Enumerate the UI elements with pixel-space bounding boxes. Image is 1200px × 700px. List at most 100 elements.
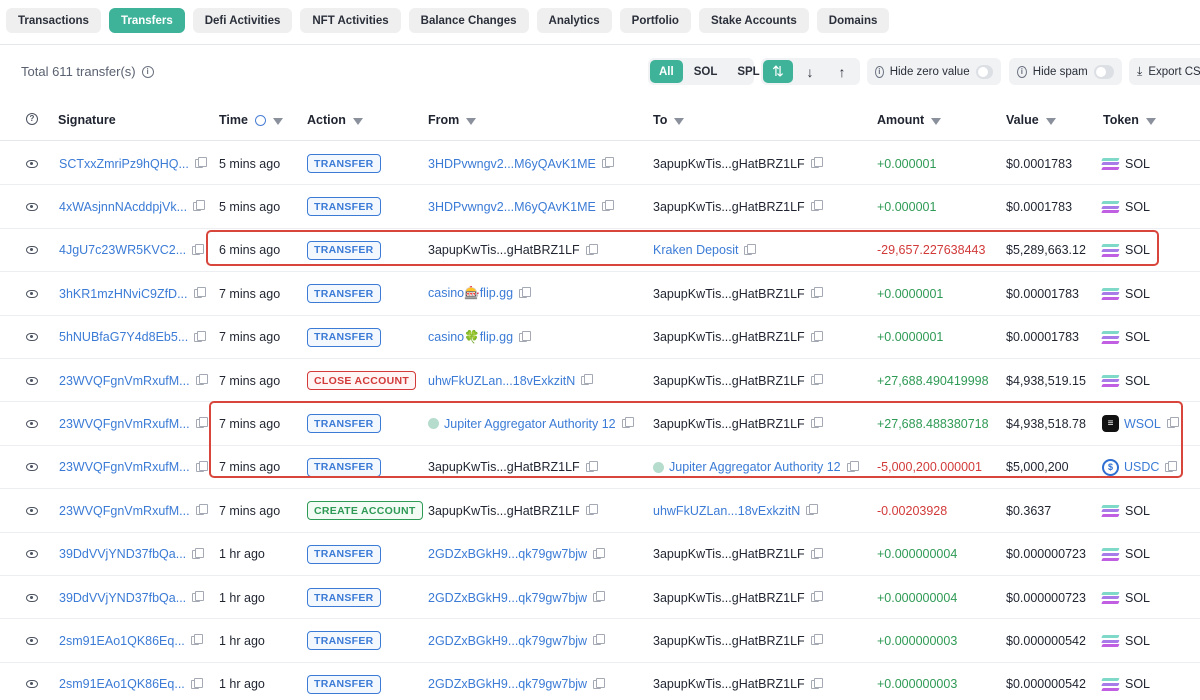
tab-portfolio[interactable]: Portfolio xyxy=(619,8,691,33)
filter-sol-button[interactable]: SOL xyxy=(685,60,727,83)
to-address[interactable]: Jupiter Aggregator Authority 12 xyxy=(669,460,841,474)
copy-icon[interactable] xyxy=(190,634,203,646)
from-address[interactable]: casino🎰flip.gg xyxy=(428,286,513,301)
copy-icon[interactable] xyxy=(846,460,859,472)
eye-icon[interactable] xyxy=(26,550,38,559)
eye-icon[interactable] xyxy=(26,636,38,645)
copy-icon[interactable] xyxy=(1165,460,1178,472)
copy-icon[interactable] xyxy=(192,243,205,255)
from-address[interactable]: Jupiter Aggregator Authority 12 xyxy=(444,417,616,431)
both-arrows-icon[interactable]: ⇅ xyxy=(763,60,793,83)
signature-link[interactable]: 4xWAsjnnNAcddpjVk... xyxy=(59,200,187,214)
copy-icon[interactable] xyxy=(810,677,823,689)
from-address[interactable]: 2GDZxBGkH9...qk79gw7bjw xyxy=(428,677,587,691)
copy-icon[interactable] xyxy=(195,374,208,385)
copy-icon[interactable] xyxy=(195,417,208,429)
copy-icon[interactable] xyxy=(585,504,598,516)
copy-icon[interactable] xyxy=(601,200,614,212)
copy-icon[interactable] xyxy=(810,287,823,299)
from-address[interactable]: 2GDZxBGkH9...qk79gw7bjw xyxy=(428,634,587,648)
token-name[interactable]: USDC xyxy=(1124,460,1159,474)
copy-icon[interactable] xyxy=(810,634,823,646)
copy-icon[interactable] xyxy=(601,157,614,168)
copy-icon[interactable] xyxy=(581,374,594,385)
eye-icon[interactable] xyxy=(26,333,38,342)
filter-icon[interactable] xyxy=(1045,117,1056,125)
copy-icon[interactable] xyxy=(195,460,208,472)
to-address[interactable]: 3apupKwTis...gHatBRZ1LF xyxy=(653,634,805,648)
tab-analytics[interactable]: Analytics xyxy=(536,8,612,33)
token-name[interactable]: WSOL xyxy=(1124,417,1161,431)
hide-zero-switch[interactable] xyxy=(975,64,993,79)
copy-icon[interactable] xyxy=(585,243,598,255)
copy-icon[interactable] xyxy=(810,200,823,212)
tab-domains[interactable]: Domains xyxy=(816,8,890,33)
copy-icon[interactable] xyxy=(810,157,823,168)
copy-icon[interactable] xyxy=(810,330,823,342)
filter-icon[interactable] xyxy=(931,117,942,125)
copy-icon[interactable] xyxy=(1166,417,1179,429)
eye-icon[interactable] xyxy=(26,593,38,602)
from-address[interactable]: 2GDZxBGkH9...qk79gw7bjw xyxy=(428,547,587,561)
from-address[interactable]: 2GDZxBGkH9...qk79gw7bjw xyxy=(428,591,587,605)
signature-link[interactable]: 23WVQFgnVmRxufM... xyxy=(59,504,190,518)
copy-icon[interactable] xyxy=(744,243,757,255)
copy-icon[interactable] xyxy=(585,460,598,472)
copy-icon[interactable] xyxy=(194,330,207,342)
copy-icon[interactable] xyxy=(519,330,532,342)
signature-link[interactable]: 23WVQFgnVmRxufM... xyxy=(59,417,190,431)
copy-icon[interactable] xyxy=(195,504,208,516)
signature-link[interactable]: 4JgU7c23WR5KVC2... xyxy=(59,243,186,257)
signature-link[interactable]: 2sm91EAo1QK86Eq... xyxy=(59,634,185,648)
to-address[interactable]: 3apupKwTis...gHatBRZ1LF xyxy=(653,200,805,214)
copy-icon[interactable] xyxy=(810,591,823,602)
tab-balance-changes[interactable]: Balance Changes xyxy=(408,8,529,33)
from-address[interactable]: 3apupKwTis...gHatBRZ1LF xyxy=(428,460,580,474)
arrow-down-icon[interactable]: ↓ xyxy=(795,60,825,83)
from-address[interactable]: 3HDPvwngv2...M6yQAvK1ME xyxy=(428,200,596,214)
clock-icon[interactable] xyxy=(254,114,266,126)
copy-icon[interactable] xyxy=(193,287,206,299)
to-address[interactable]: 3apupKwTis...gHatBRZ1LF xyxy=(653,330,805,344)
filter-icon[interactable] xyxy=(352,117,363,125)
from-address[interactable]: 3apupKwTis...gHatBRZ1LF xyxy=(428,504,580,518)
filter-icon[interactable] xyxy=(674,117,685,125)
signature-link[interactable]: 5hNUBfaG7Y4d8Eb5... xyxy=(59,330,188,344)
filter-icon[interactable] xyxy=(466,117,477,125)
to-address[interactable]: 3apupKwTis...gHatBRZ1LF xyxy=(653,677,805,691)
export-button[interactable]: ⤓ Export CS xyxy=(1129,58,1200,85)
tab-transfers[interactable]: Transfers xyxy=(108,8,185,33)
tab-stake-accounts[interactable]: Stake Accounts xyxy=(698,8,809,33)
copy-icon[interactable] xyxy=(190,677,203,689)
filter-icon[interactable] xyxy=(272,117,283,125)
copy-icon[interactable] xyxy=(810,417,823,429)
copy-icon[interactable] xyxy=(810,374,823,385)
copy-icon[interactable] xyxy=(194,157,207,168)
from-address[interactable]: 3HDPvwngv2...M6yQAvK1ME xyxy=(428,157,596,171)
copy-icon[interactable] xyxy=(621,417,634,429)
arrow-up-icon[interactable]: ↑ xyxy=(827,60,857,83)
tab-transactions[interactable]: Transactions xyxy=(6,8,101,33)
from-address[interactable]: uhwFkUZLan...18vExkzitN xyxy=(428,374,575,388)
to-address[interactable]: 3apupKwTis...gHatBRZ1LF xyxy=(653,287,805,301)
to-address[interactable]: 3apupKwTis...gHatBRZ1LF xyxy=(653,157,805,171)
to-address[interactable]: Kraken Deposit xyxy=(653,243,738,257)
tab-defi-activities[interactable]: Defi Activities xyxy=(192,8,293,33)
copy-icon[interactable] xyxy=(810,547,823,559)
copy-icon[interactable] xyxy=(192,591,205,602)
copy-icon[interactable] xyxy=(192,547,205,559)
copy-icon[interactable] xyxy=(593,591,606,602)
help-icon[interactable]: ? xyxy=(26,113,38,125)
copy-icon[interactable] xyxy=(193,200,206,212)
signature-link[interactable]: 39DdVVjYND37fbQa... xyxy=(59,591,186,605)
copy-icon[interactable] xyxy=(593,677,606,689)
signature-link[interactable]: 23WVQFgnVmRxufM... xyxy=(59,374,190,388)
to-address[interactable]: 3apupKwTis...gHatBRZ1LF xyxy=(653,547,805,561)
from-address[interactable]: casino🍀flip.gg xyxy=(428,330,513,345)
hide-spam-toggle[interactable]: i Hide spam xyxy=(1009,58,1122,85)
tab-nft-activities[interactable]: NFT Activities xyxy=(300,8,401,33)
hide-spam-switch[interactable] xyxy=(1093,64,1114,79)
eye-icon[interactable] xyxy=(26,419,38,428)
to-address[interactable]: 3apupKwTis...gHatBRZ1LF xyxy=(653,374,805,388)
eye-icon[interactable] xyxy=(26,680,38,689)
